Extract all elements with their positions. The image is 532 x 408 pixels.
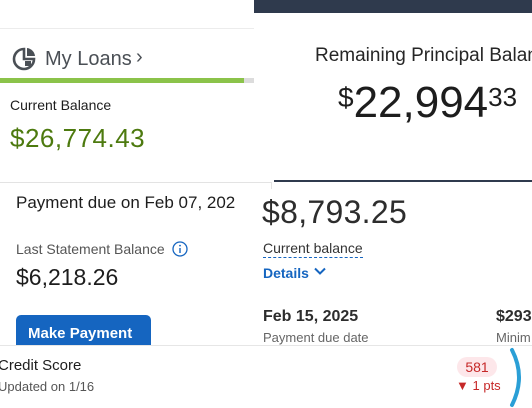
remaining-principal-amount: $22,99433 [338, 78, 517, 128]
current-balance-panel: $8,793.25 Current balance Details Feb 15… [254, 189, 532, 345]
payment-card: Payment due on Feb 07, 202 Last Statemen… [0, 182, 272, 345]
credit-score-change-text: 1 pts [472, 378, 501, 393]
amount-dollars: 22,994 [353, 78, 489, 127]
last-statement-value: $6,218.26 [16, 264, 119, 290]
credit-score-title: Credit Score [0, 357, 82, 374]
loan-progress-bar [0, 78, 254, 83]
current-balance-value: $26,774.43 [10, 123, 146, 153]
footer-bar [274, 180, 532, 182]
my-loans-panel: My Loans › Current Balance $26,774.43 [0, 0, 254, 182]
payment-due-panel: Payment due on Feb 07, 202 Last Statemen… [0, 182, 272, 345]
last-statement-label: Last Statement Balance [16, 241, 165, 257]
chevron-right-icon[interactable]: › [136, 46, 143, 69]
minimum-payment-label: Minim [496, 330, 531, 345]
minimum-payment-value: $293 [496, 308, 532, 325]
loan-progress-fill [0, 78, 244, 83]
credit-score-panel[interactable]: Credit Score Updated on 1/16 581 ▼ 1 pts [0, 345, 532, 408]
my-loans-link[interactable]: My Loans [45, 48, 132, 71]
current-balance-amount: $8,793.25 [262, 194, 408, 230]
header-bar [254, 0, 532, 13]
make-payment-button[interactable]: Make Payment [16, 315, 151, 345]
chevron-down-icon[interactable] [312, 263, 328, 279]
amount-cents: 33 [488, 82, 518, 112]
payment-due-date-label: Payment due date [263, 330, 369, 345]
remaining-principal-panel: Remaining Principal Balan $22,99433 [254, 0, 532, 182]
down-arrow-icon: ▼ [456, 378, 469, 393]
payment-due-date-value: Feb 15, 2025 [263, 308, 359, 325]
payment-due-title: Payment due on Feb 07, 202 [16, 193, 236, 212]
current-balance-label: Current Balance [10, 97, 112, 113]
credit-score-change: ▼ 1 pts [456, 378, 501, 393]
info-circle-icon[interactable] [172, 241, 188, 257]
loan-clock-icon [12, 47, 36, 71]
remaining-principal-title: Remaining Principal Balan [315, 45, 532, 66]
currency-symbol: $ [338, 82, 354, 113]
credit-score-updated: Updated on 1/16 [0, 379, 95, 394]
divider [0, 28, 254, 29]
details-toggle[interactable]: Details [263, 265, 309, 281]
gauge-arc-icon [510, 348, 521, 407]
credit-score-badge: 581 [457, 357, 497, 377]
current-balance-tooltip-label[interactable]: Current balance [263, 240, 363, 258]
